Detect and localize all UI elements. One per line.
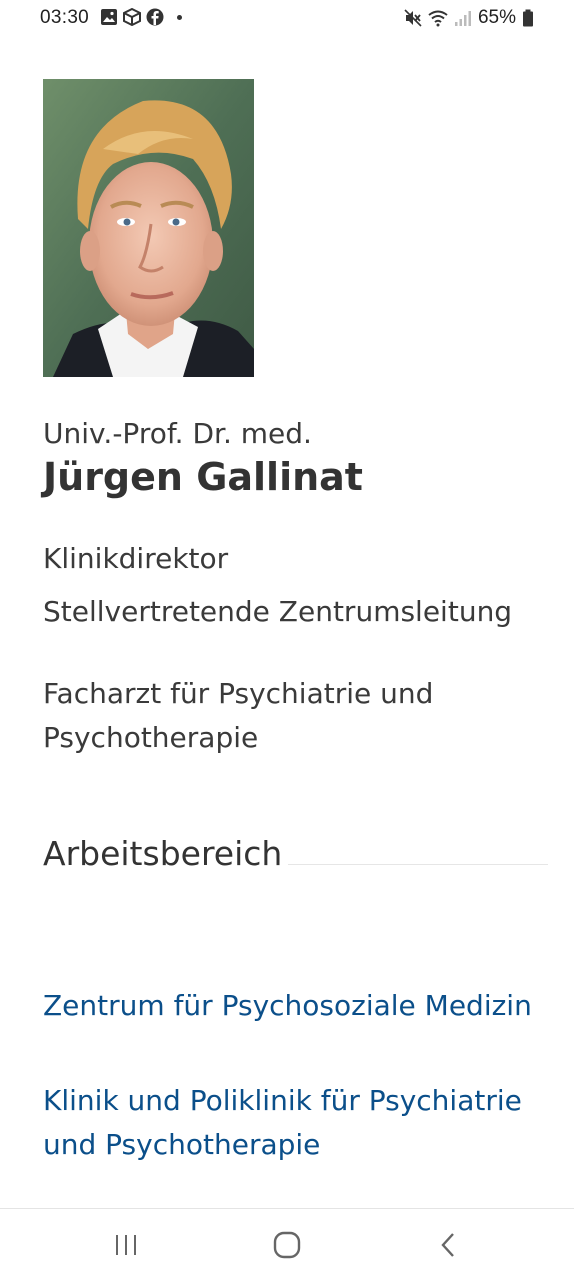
clinic-link[interactable]: Klinik und Poliklinik für Psychiatrie un… (43, 1079, 543, 1167)
back-button[interactable] (418, 1223, 478, 1267)
battery-percentage: 65% (477, 7, 516, 28)
department-link[interactable]: Zentrum für Psychosoziale Medizin (43, 984, 543, 1028)
navigation-bar (0, 1208, 574, 1280)
battery-icon (523, 9, 533, 27)
section-heading: Arbeitsbereich (43, 834, 283, 873)
box-icon (123, 8, 141, 26)
status-bar: 03:30 65% (0, 0, 574, 36)
academic-title: Univ.-Prof. Dr. med. (43, 417, 312, 450)
recent-apps-button[interactable] (96, 1223, 156, 1267)
role-line: Klinikdirektor (43, 542, 229, 575)
more-notifications-icon (177, 14, 182, 20)
person-name: Jürgen Gallinat (43, 455, 363, 499)
back-icon (441, 1233, 454, 1257)
section-divider (288, 864, 548, 865)
recents-icon (116, 1235, 136, 1255)
home-button[interactable] (257, 1223, 317, 1267)
notification-icons (100, 8, 182, 26)
status-time: 03:30 (40, 7, 90, 28)
facebook-icon (146, 8, 164, 26)
mute-icon (404, 9, 422, 27)
wifi-icon (428, 10, 448, 27)
profile-photo (43, 79, 254, 377)
role-line: Stellvertretende Zentrumsleitung (43, 595, 513, 628)
home-icon (273, 1231, 301, 1259)
signal-icon (454, 11, 471, 26)
gallery-icon (101, 9, 117, 25)
system-icons: 65% (404, 7, 534, 29)
specialty: Facharzt für Psychiatrie und Psychothera… (43, 677, 434, 754)
